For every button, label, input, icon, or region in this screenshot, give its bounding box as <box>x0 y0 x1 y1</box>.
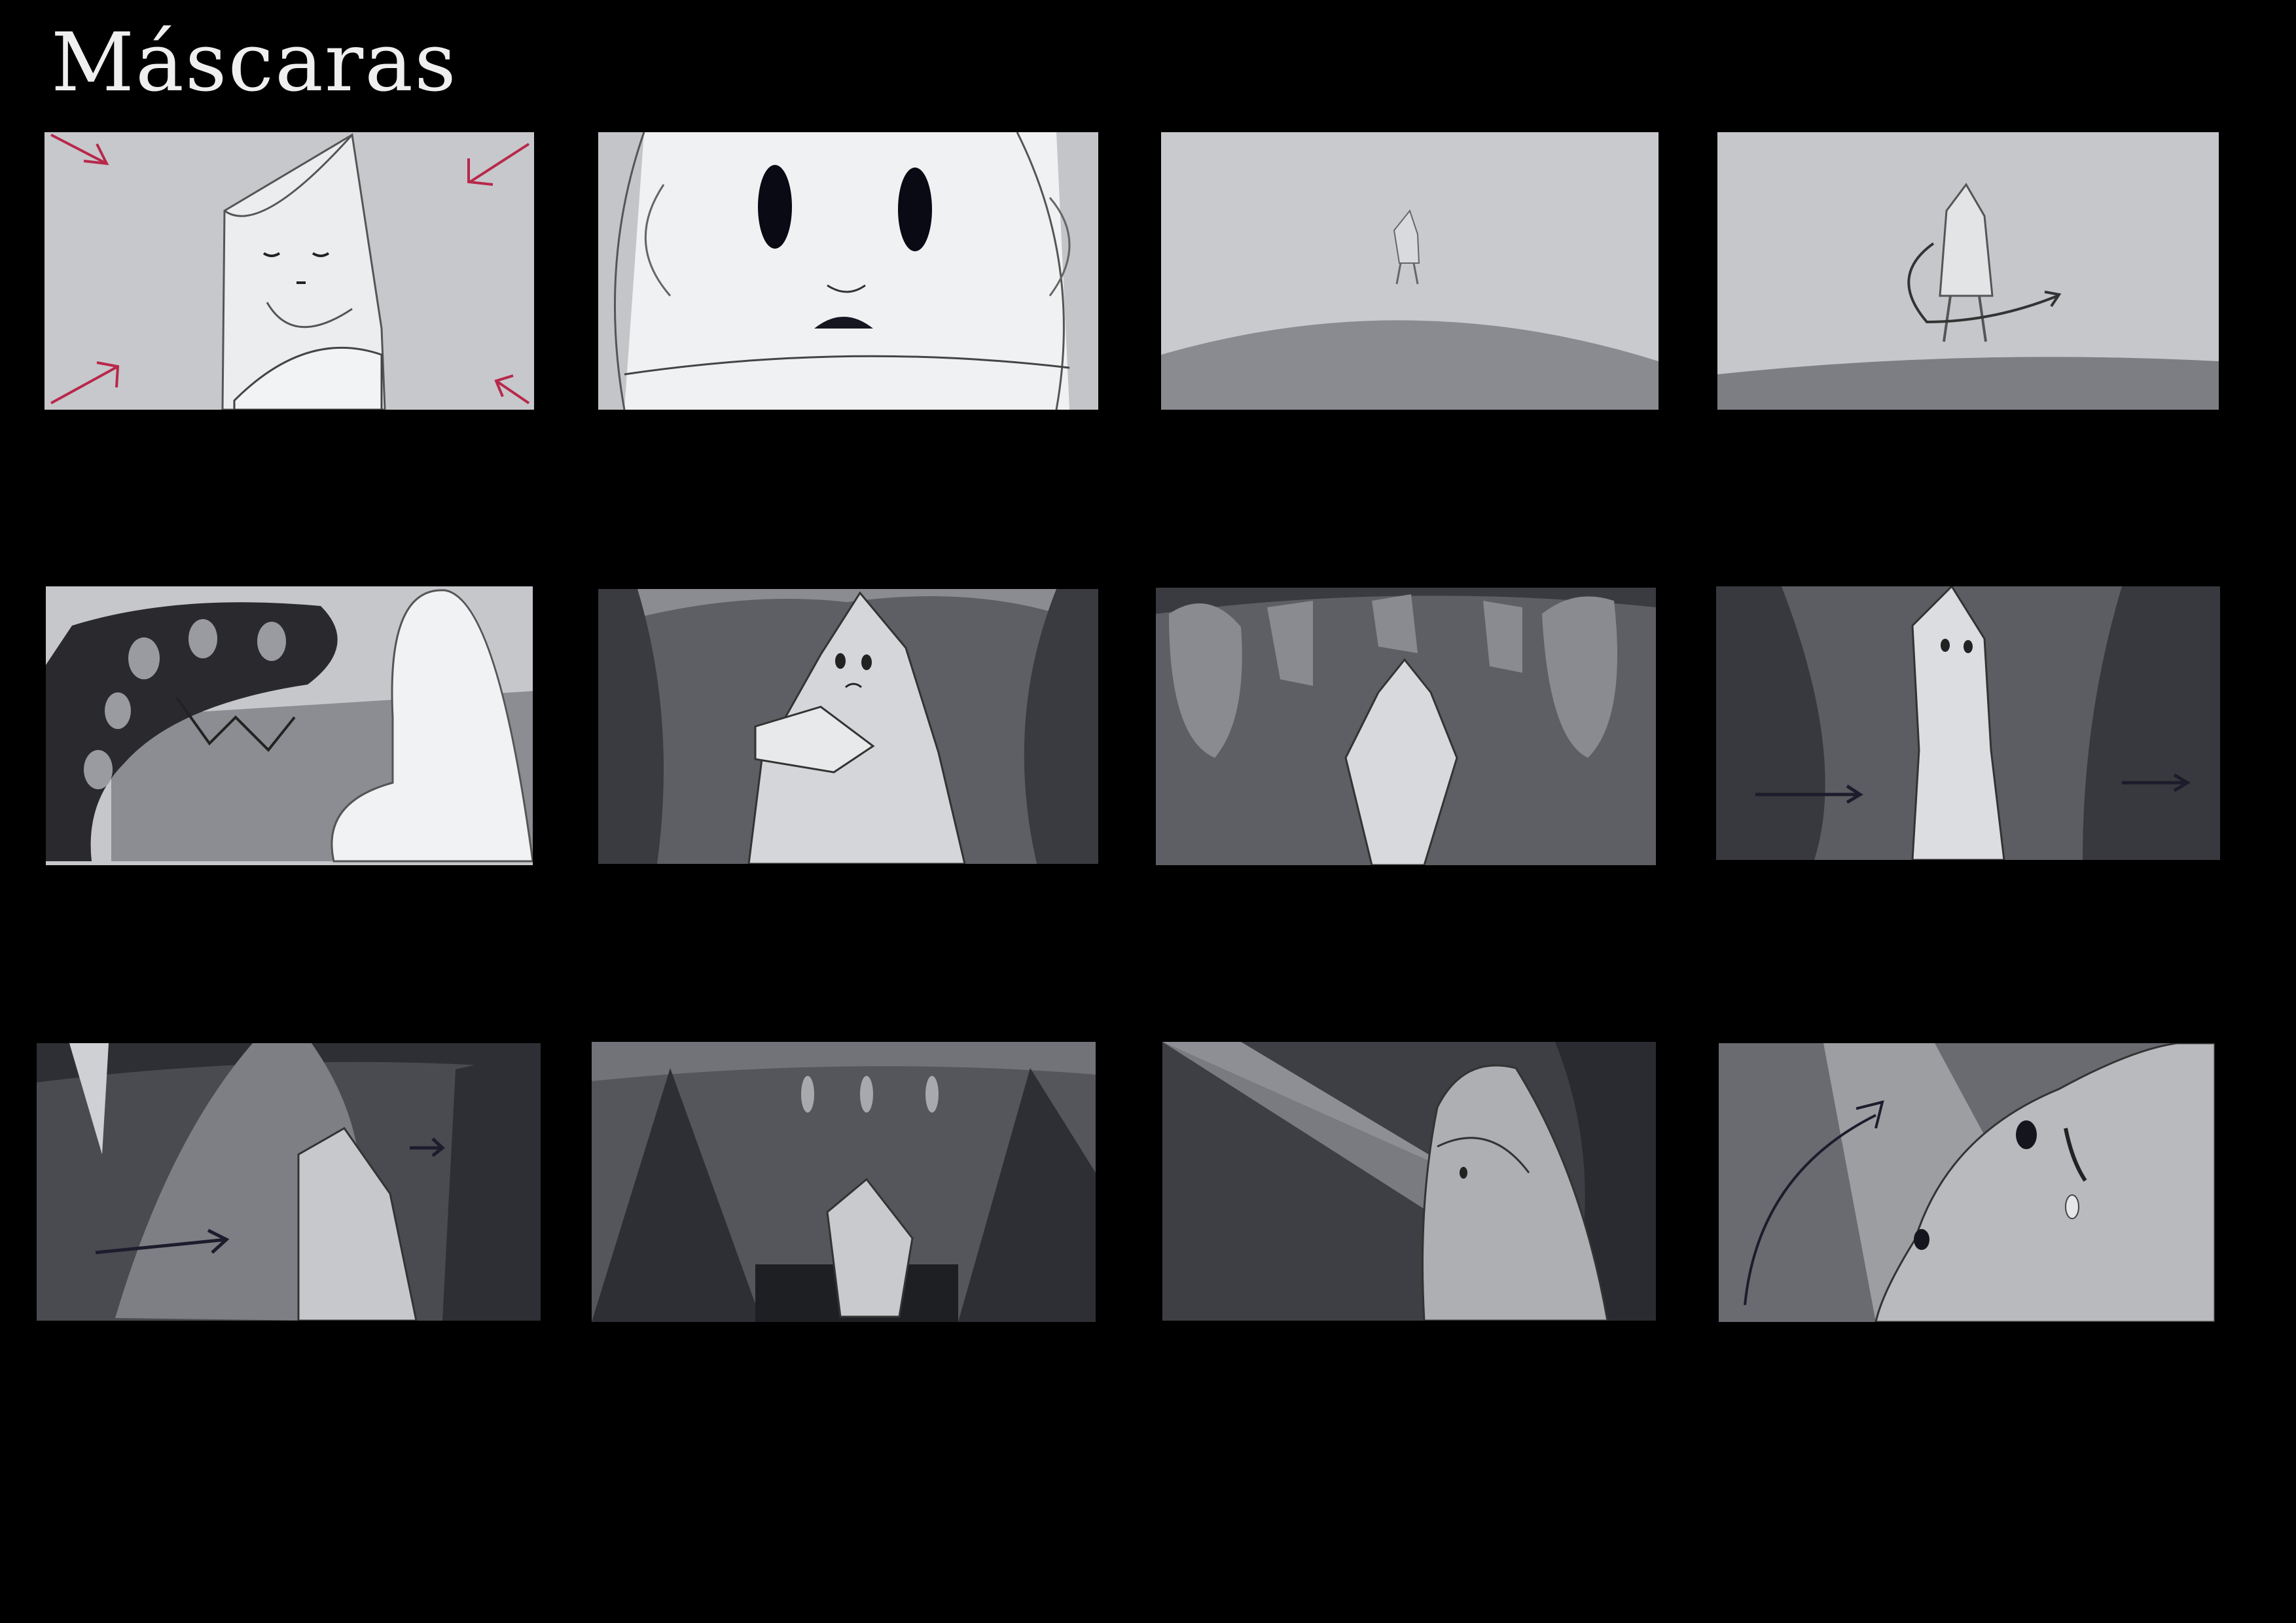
storyboard-panel-9 <box>37 1043 541 1321</box>
storyboard-panel-7 <box>1156 588 1656 865</box>
storyboard-panel-10 <box>592 1042 1096 1322</box>
storyboard-panel-2 <box>598 132 1098 410</box>
storyboard-panel-1 <box>45 132 534 410</box>
storyboard-panel-5 <box>46 586 533 865</box>
page-title: Máscaras <box>51 16 457 110</box>
storyboard-panel-3 <box>1161 132 1659 410</box>
storyboard-panel-11 <box>1162 1042 1656 1321</box>
storyboard-panel-12 <box>1719 1043 2215 1322</box>
storyboard-panel-4 <box>1717 132 2219 410</box>
storyboard-panel-6 <box>598 589 1098 864</box>
storyboard-panel-8 <box>1716 586 2220 860</box>
